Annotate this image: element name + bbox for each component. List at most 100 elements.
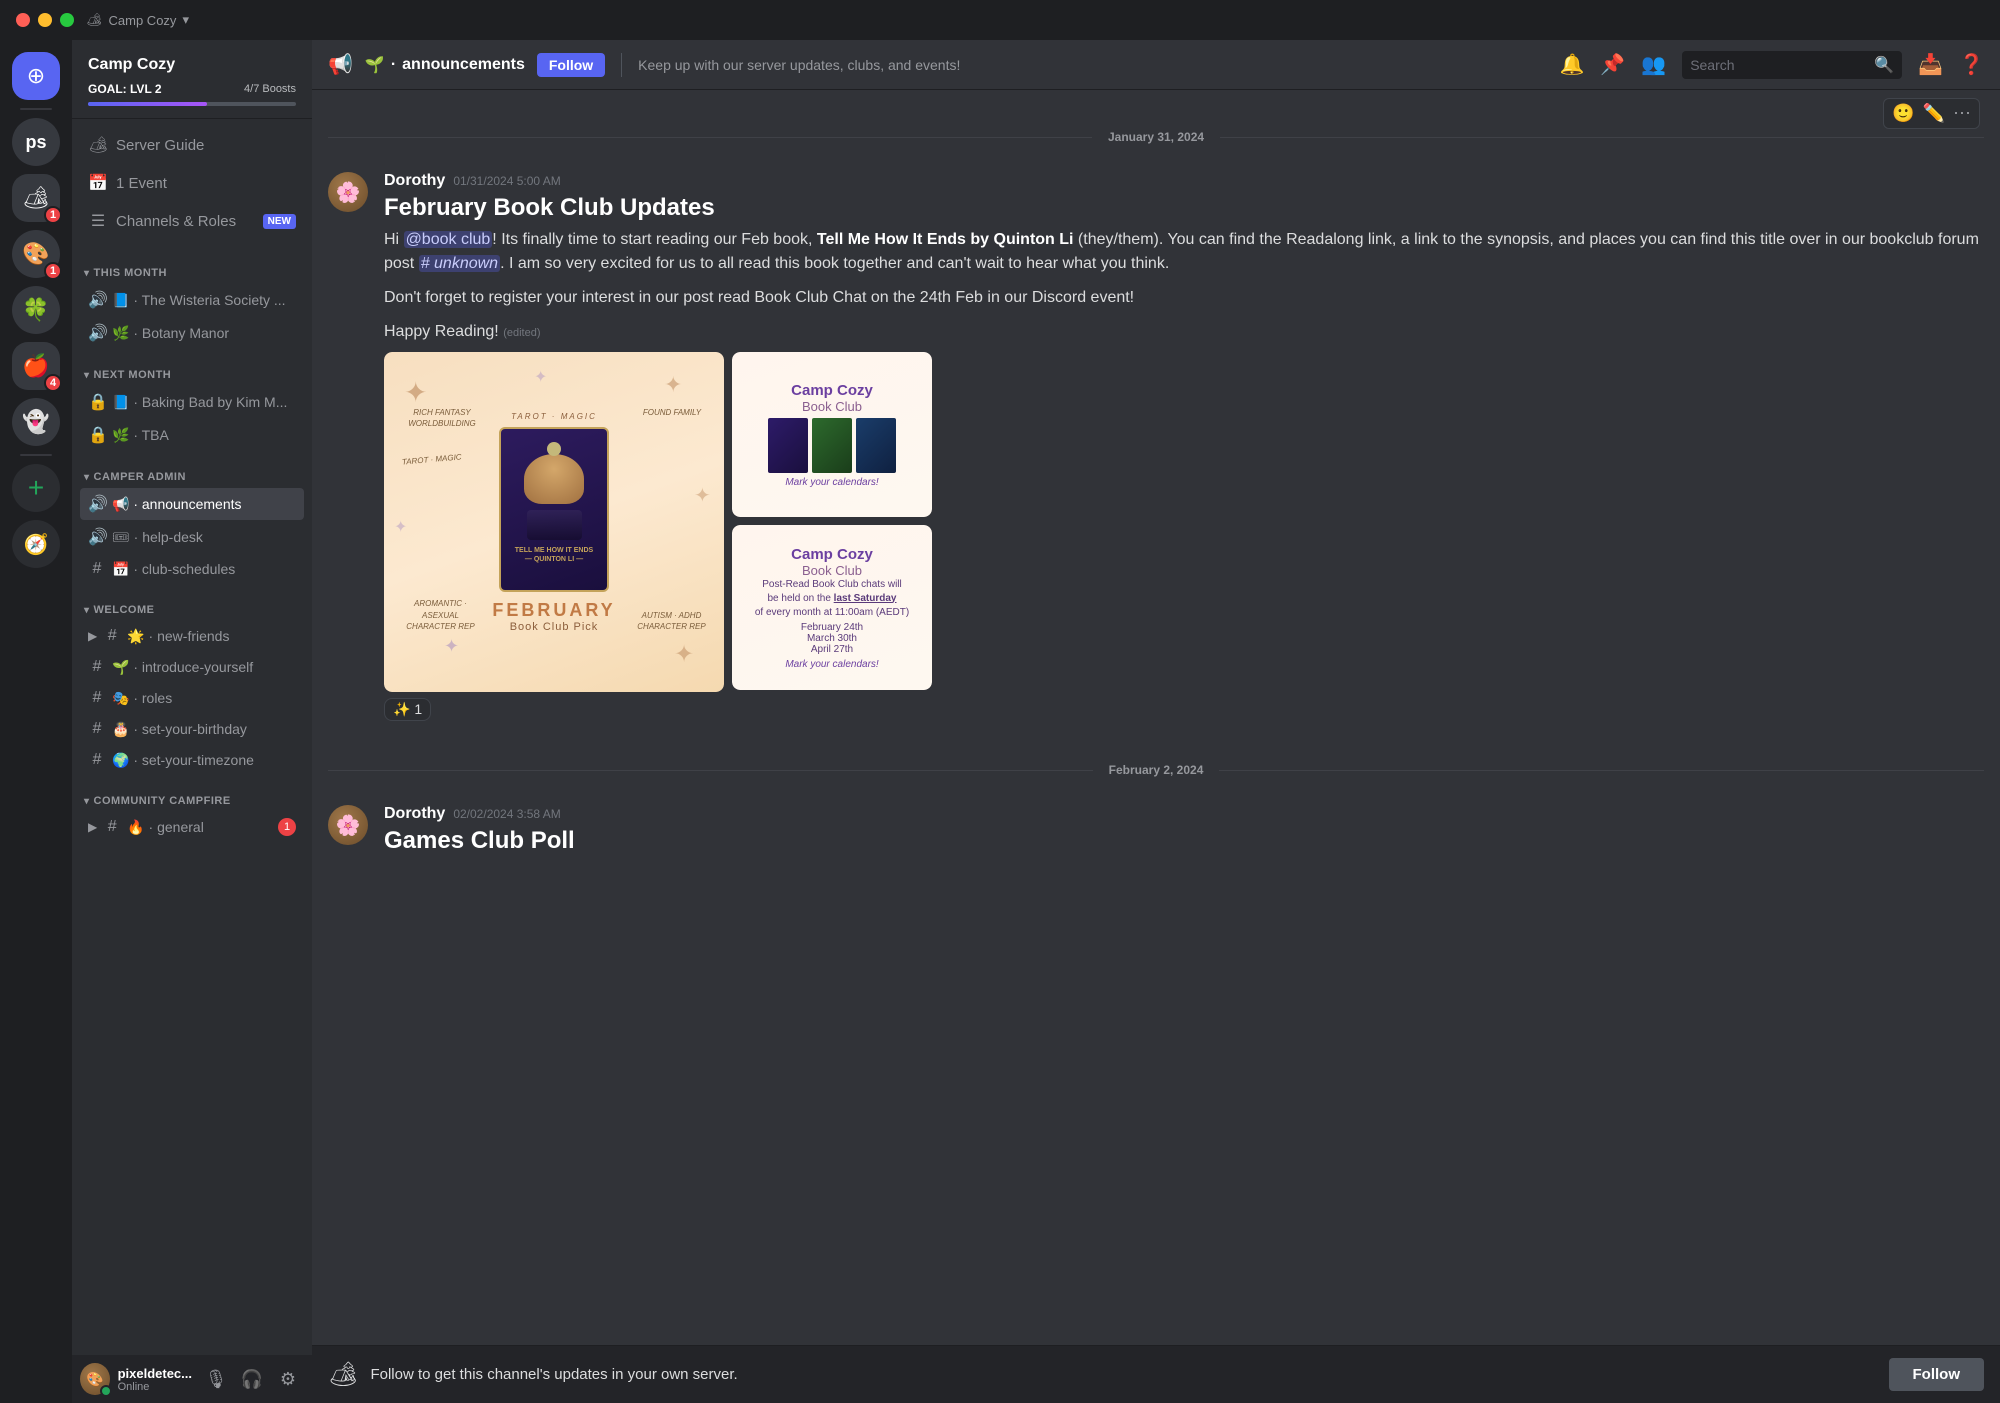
- server-icon-camp[interactable]: 🏕 1: [12, 174, 60, 222]
- members-icon[interactable]: 👥: [1641, 52, 1666, 77]
- category-camper-admin-header[interactable]: ▾ CAMPER ADMIN: [80, 467, 304, 487]
- channel-roles[interactable]: # 🎭 · roles: [80, 683, 304, 713]
- channel-wisteria-society[interactable]: 🔊 📘 · The Wisteria Society ...: [80, 284, 304, 316]
- card-body: [527, 510, 582, 540]
- topbar-channel-name-text: announcements: [402, 56, 525, 74]
- annotation-found-family: FOUND FAMILY: [632, 407, 712, 418]
- sidebar: Camp Cozy GOAL: LVL 2 4/7 Boosts 🏕 Serve…: [72, 40, 312, 1403]
- category-welcome: ▾ WELCOME ▶ # 🌟 · new-friends # 🌱 · intr…: [80, 600, 304, 775]
- minimize-button[interactable]: [38, 13, 52, 27]
- category-this-month-header[interactable]: ▾ THIS MONTH: [80, 263, 304, 283]
- microphone-icon[interactable]: 🎙: [200, 1363, 232, 1395]
- sidebar-item-event[interactable]: 📅 1 Event: [80, 165, 304, 201]
- channel-tba[interactable]: 🔒 🌿 · TBA: [80, 419, 304, 451]
- emoji-icon[interactable]: 🙂: [1892, 103, 1914, 124]
- channel-baking-bad[interactable]: 🔒 📘 · Baking Bad by Kim M...: [80, 386, 304, 418]
- topbar-channel: 🌱 · announcements: [365, 55, 525, 75]
- message-title-2: Games Club Poll: [384, 827, 1984, 855]
- channel-introduce-yourself[interactable]: # 🌱 · introduce-yourself: [80, 652, 304, 682]
- more-options-icon[interactable]: ⋯: [1953, 103, 1971, 124]
- hashtag-unknown[interactable]: # unknown: [419, 255, 500, 272]
- explore-servers-icon[interactable]: 🧭: [12, 520, 60, 568]
- bell-icon[interactable]: 🔔: [1559, 52, 1584, 77]
- discord-home-icon[interactable]: ⊕: [12, 52, 60, 100]
- message-avatar-2[interactable]: 🌸: [328, 805, 368, 845]
- book-cover-3: [856, 418, 896, 473]
- channel-botany-manor[interactable]: 🔊 🌿 · Botany Manor: [80, 317, 304, 349]
- channel-general[interactable]: ▶ # 🔥 · general 1: [80, 812, 304, 842]
- server-icon-clover[interactable]: 🍀: [12, 286, 60, 334]
- server-icon-colorful[interactable]: 🎨 1: [12, 230, 60, 278]
- edited-marker: (edited): [503, 327, 540, 339]
- mention-book-club[interactable]: @book club: [404, 231, 493, 248]
- expand-icon-2: ▶: [88, 820, 97, 834]
- server-icon-apple[interactable]: 🍎 4: [12, 342, 60, 390]
- message-1: 🌸 Dorothy 01/31/2024 5:00 AM February Bo…: [312, 160, 2000, 725]
- server-guide-icon: 🏕: [88, 135, 108, 155]
- card-title-text: TELL ME HOW IT ENDS— QUINTON LI —: [515, 546, 593, 564]
- boost-count[interactable]: 4/7 Boosts: [244, 83, 296, 95]
- camp-cozy-image-2[interactable]: Camp Cozy Book Club Post-Read Book Club …: [732, 525, 932, 690]
- channel-announcements[interactable]: 🔊 📢 · announcements 👤+: [80, 488, 304, 520]
- help-icon[interactable]: ❓: [1959, 52, 1984, 77]
- speaker-icon-3: 🔊: [88, 494, 106, 514]
- reaction-button[interactable]: ✨ 1: [384, 698, 431, 721]
- sidebar-footer: 🎨 pixeldetec... Online 🎙 🎧 ⚙: [72, 1355, 312, 1403]
- sidebar-item-channels-roles[interactable]: ☰ Channels & Roles NEW: [80, 203, 304, 239]
- message-content-2: Dorothy 02/02/2024 3:58 AM Games Club Po…: [384, 805, 1984, 861]
- hash-icon-4: #: [88, 689, 106, 707]
- camp-cozy-subtitle-1: Book Club: [802, 399, 862, 414]
- message-avatar-1[interactable]: 🌸: [328, 172, 368, 212]
- server-icon-ghost[interactable]: 👻: [12, 398, 60, 446]
- settings-icon[interactable]: ⚙: [272, 1363, 304, 1395]
- message-header-2: Dorothy 02/02/2024 3:58 AM: [384, 805, 1984, 823]
- server-name: Camp Cozy: [88, 56, 296, 74]
- icon-bar-divider: [20, 108, 52, 110]
- dropdown-chevron-icon[interactable]: ▾: [182, 12, 189, 28]
- message-author-2[interactable]: Dorothy: [384, 805, 445, 823]
- message-paragraph-2: Don't forget to register your interest i…: [384, 286, 1984, 310]
- server-icon-ps[interactable]: ps: [12, 118, 60, 166]
- chevron-down-icon-4: ▾: [84, 605, 90, 616]
- pin-icon[interactable]: 📌: [1600, 52, 1625, 77]
- message-author-1[interactable]: Dorothy: [384, 172, 445, 190]
- topbar: 📢 🌱 · announcements Follow Keep up with …: [312, 40, 2000, 90]
- maximize-button[interactable]: [60, 13, 74, 27]
- boost-progress-bar: [88, 102, 296, 106]
- add-server-icon[interactable]: +: [12, 464, 60, 512]
- headphones-icon[interactable]: 🎧: [236, 1363, 268, 1395]
- bottom-follow-button[interactable]: Follow: [1889, 1358, 1985, 1391]
- svg-text:✦: ✦: [694, 485, 711, 507]
- follow-channel-button[interactable]: Follow: [537, 53, 605, 77]
- edit-icon[interactable]: ✏️: [1923, 103, 1945, 124]
- close-button[interactable]: [16, 13, 30, 27]
- camp-cozy-title-1: Camp Cozy: [791, 382, 873, 399]
- main-content: 📢 🌱 · announcements Follow Keep up with …: [312, 40, 2000, 1403]
- search-input[interactable]: [1690, 57, 1866, 73]
- channel-new-friends[interactable]: ▶ # 🌟 · new-friends: [80, 621, 304, 651]
- search-bar[interactable]: 🔍: [1682, 51, 1902, 79]
- traffic-lights: [16, 13, 74, 27]
- tarot-image[interactable]: ✦ ✦ ✦ ✦ ✦ ✦ ✦ TAROT · MAGIC: [384, 352, 724, 692]
- book-club-pick-label: Book Club Pick: [510, 621, 599, 633]
- category-next-month-header[interactable]: ▾ NEXT MONTH: [80, 365, 304, 385]
- category-community-campfire-header[interactable]: ▾ COMMUNITY CAMPFIRE: [80, 791, 304, 811]
- date-separator-feb2: February 2, 2024: [312, 755, 2000, 785]
- bottom-bar-text: Follow to get this channel's updates in …: [370, 1366, 1876, 1383]
- camp-cozy-title-2: Camp Cozy: [791, 546, 873, 563]
- channel-set-your-timezone[interactable]: # 🌍 · set-your-timezone: [80, 745, 304, 775]
- channel-help-desk[interactable]: 🔊 🎟 · help-desk: [80, 521, 304, 553]
- icon-bar-divider-2: [20, 454, 52, 456]
- sidebar-item-server-guide[interactable]: 🏕 Server Guide: [80, 127, 304, 163]
- message-2: 🌸 Dorothy 02/02/2024 3:58 AM Games Club …: [312, 793, 2000, 865]
- hash-icon-5: #: [88, 720, 106, 738]
- tarot-top-label: TAROT · MAGIC: [511, 412, 597, 421]
- category-welcome-header[interactable]: ▾ WELCOME: [80, 600, 304, 620]
- camp-cozy-image-1[interactable]: Camp Cozy Book Club Mark your calendars!: [732, 352, 932, 517]
- channel-club-schedules[interactable]: # 📅 · club-schedules: [80, 554, 304, 584]
- date-separator-jan31: January 31, 2024: [312, 122, 2000, 152]
- chevron-down-icon-5: ▾: [84, 796, 90, 807]
- channel-set-your-birthday[interactable]: # 🎂 · set-your-birthday: [80, 714, 304, 744]
- inbox-icon[interactable]: 📥: [1918, 52, 1943, 77]
- hash-icon-2: #: [103, 627, 121, 645]
